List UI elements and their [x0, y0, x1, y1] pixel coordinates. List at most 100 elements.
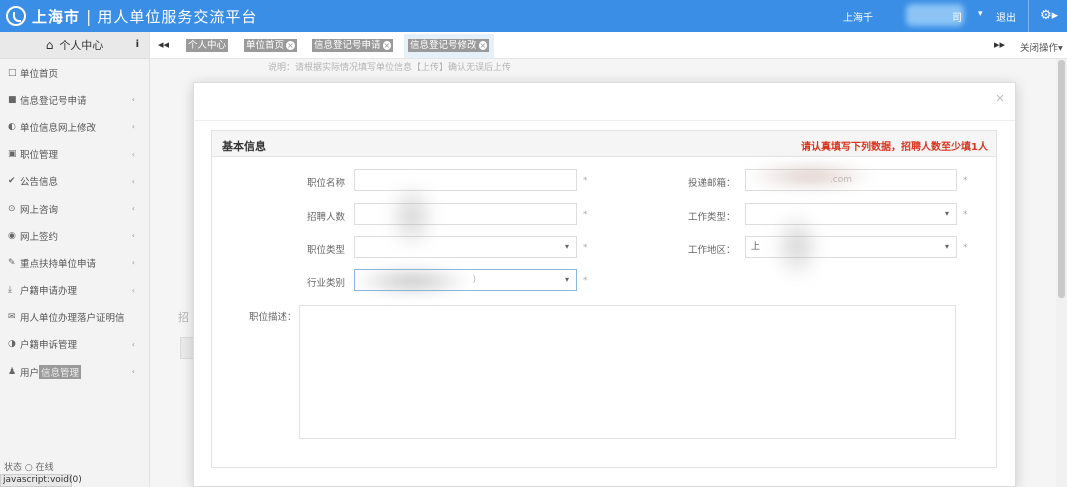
- sidebar-item-label: 户籍申诉管理: [20, 340, 78, 352]
- tab-scroll-right-icon[interactable]: ▸▸: [994, 38, 1005, 51]
- redaction-blur: [387, 181, 437, 251]
- sidebar-item-highlight: 信息管理: [39, 364, 82, 379]
- sidebar-item-label: 信息登记号申请: [20, 95, 87, 107]
- section-title: 基本信息: [222, 140, 266, 153]
- required-mark: *: [583, 176, 588, 186]
- redaction-blur: [352, 266, 472, 296]
- sidebar-item-announcements[interactable]: ✔ 公告信息 ‹: [0, 168, 149, 195]
- header-divider: [1028, 0, 1029, 32]
- shanghai-logo-icon: [6, 6, 26, 26]
- sidebar-title[interactable]: 个人中心: [59, 37, 103, 53]
- work-area-label: 工作地区：: [688, 245, 736, 256]
- checkbox-icon: ▣: [8, 149, 17, 160]
- chevron-down-icon: ▾: [944, 209, 949, 218]
- sidebar-item-unit-home[interactable]: □ 单位首页: [0, 59, 149, 86]
- sidebar-item-label: 公告信息: [20, 177, 59, 189]
- description-label: 职位描述：: [249, 312, 297, 323]
- sidebar-item-label: 户籍申请办理: [20, 286, 78, 298]
- chevron-left-icon: ‹: [131, 367, 135, 377]
- user-menu-caret-icon[interactable]: ▾: [978, 9, 983, 19]
- warning-message: 请认真填写下列数据，招聘人数至少填1人: [801, 142, 988, 153]
- modal-header: [194, 83, 1015, 121]
- top-header: 上海市 | 用人单位服务交流平台 上海千 司 ▾ 退出 ⚙▸: [0, 0, 1067, 32]
- sidebar-header: ⌂ 个人中心 i: [0, 32, 149, 59]
- redaction-blur: [745, 161, 875, 191]
- chevron-down-icon: ▾: [944, 242, 949, 251]
- tab-registration-apply[interactable]: 信息登记号申请 ×: [312, 39, 394, 52]
- half-circle-icon: ◑: [8, 339, 16, 350]
- panel-header: 基本信息 请认真填写下列数据，招聘人数至少填1人: [212, 131, 996, 157]
- logout-link[interactable]: 退出: [996, 9, 1016, 24]
- folder-icon: ■: [8, 94, 17, 105]
- page-icon: □: [8, 67, 17, 78]
- sidebar-item-user-info[interactable]: ♟ 用户 信息管理 ‹: [0, 358, 149, 385]
- sidebar-item-label: 重点扶持单位申请: [20, 258, 97, 270]
- chevron-down-icon: ▾: [564, 242, 569, 251]
- hire-count-label: 招聘人数: [307, 212, 346, 223]
- sidebar-item-online-consult[interactable]: ⊙ 网上咨询 ‹: [0, 195, 149, 222]
- logo: 上海市 | 用人单位服务交流平台: [6, 5, 257, 27]
- tab-personal-center[interactable]: 个人中心: [186, 39, 229, 52]
- work-type-label: 工作类型：: [688, 212, 736, 223]
- chevron-left-icon: ‹: [131, 339, 135, 349]
- description-textarea[interactable]: [299, 305, 956, 439]
- gear-icon[interactable]: ⚙▸: [1040, 8, 1058, 23]
- industry-label: 行业类别: [307, 278, 346, 289]
- sidebar-item-registration-apply[interactable]: ■ 信息登记号申请 ‹: [0, 86, 149, 113]
- sidebar-item-unit-info-edit[interactable]: ◐ 单位信息网上修改 ‹: [0, 113, 149, 140]
- close-icon[interactable]: ×: [995, 91, 1005, 105]
- header-user-name[interactable]: 上海千: [843, 9, 873, 24]
- chevron-left-icon: ‹: [131, 204, 135, 214]
- close-icon[interactable]: ×: [382, 41, 392, 50]
- close-operations-menu[interactable]: 关闭操作▾: [1020, 40, 1063, 54]
- sidebar-item-key-support[interactable]: ✎ 重点扶持单位申请 ‹: [0, 249, 149, 276]
- chevron-left-icon: ‹: [131, 258, 135, 268]
- platform-title: 用人单位服务交流平台: [97, 7, 258, 26]
- sidebar-item-label: 职位管理: [20, 150, 59, 162]
- chevron-down-icon: ▾: [564, 275, 569, 284]
- sidebar-item-appeal-manage[interactable]: ◑ 户籍申诉管理 ‹: [0, 331, 149, 358]
- page-scrollbar-thumb[interactable]: [1058, 60, 1065, 298]
- sidebar-item-online-sign[interactable]: ◉ 网上签约 ‹: [0, 222, 149, 249]
- logo-separator: |: [86, 6, 92, 26]
- required-mark: *: [963, 243, 968, 253]
- tab-unit-home[interactable]: 单位首页 ×: [244, 39, 297, 52]
- check-icon: ✔: [8, 176, 16, 187]
- close-icon[interactable]: ×: [286, 41, 295, 50]
- tab-label: 信息登记号申请: [314, 40, 381, 51]
- browser-status-bar: javascript:void(0): [0, 474, 82, 487]
- envelope-icon: ✉: [8, 312, 16, 323]
- sidebar-item-settlement-letter[interactable]: ✉ 用人单位办理落户证明信: [0, 304, 149, 331]
- sidebar-item-label: 网上签约: [20, 231, 59, 243]
- half-circle-icon: ◐: [8, 121, 16, 132]
- required-mark: *: [963, 210, 968, 220]
- selected-value: 上: [751, 242, 761, 252]
- header-unit-name[interactable]: 司: [952, 9, 962, 24]
- sidebar-item-label: 单位首页: [20, 68, 59, 80]
- tab-label: 单位首页: [246, 40, 285, 51]
- home-icon: ⌂: [45, 38, 54, 52]
- tab-label: 个人中心: [188, 40, 227, 51]
- position-name-label: 职位名称: [307, 178, 346, 189]
- required-mark: *: [583, 243, 588, 253]
- chevron-left-icon: ‹: [131, 95, 135, 105]
- target-icon: ⊙: [8, 203, 16, 214]
- sidebar-item-position-manage[interactable]: ▣ 职位管理 ‹: [0, 141, 149, 168]
- sidebar-item-household-apply[interactable]: ⤓ 户籍申请办理 ‹: [0, 277, 149, 304]
- sidebar-item-label: 单位信息网上修改: [20, 122, 97, 134]
- sidebar-item-label: 网上咨询: [20, 204, 59, 216]
- required-mark: *: [583, 210, 588, 220]
- tab-label: 信息登记号修改: [410, 40, 477, 51]
- chevron-left-icon: ‹: [131, 122, 135, 132]
- download-icon: ⤓: [8, 285, 12, 296]
- chevron-left-icon: ‹: [131, 231, 135, 241]
- chevron-left-icon: ‹: [131, 285, 135, 295]
- close-icon[interactable]: ×: [478, 41, 488, 50]
- user-icon: ♟: [8, 366, 17, 377]
- tab-registration-edit[interactable]: 信息登记号修改 ×: [408, 39, 490, 52]
- tab-scroll-left-icon[interactable]: ◂◂: [158, 38, 169, 51]
- online-status: 状态 ○ 在线: [4, 463, 54, 473]
- chevron-left-icon: ‹: [131, 176, 135, 186]
- sidebar: ⌂ 个人中心 i □ 单位首页 ■ 信息登记号申请 ‹ ◐ 单位信息网上修改 ‹ ▣ 职位管…: [0, 32, 150, 487]
- sidebar-toggle-icon[interactable]: i: [136, 39, 139, 50]
